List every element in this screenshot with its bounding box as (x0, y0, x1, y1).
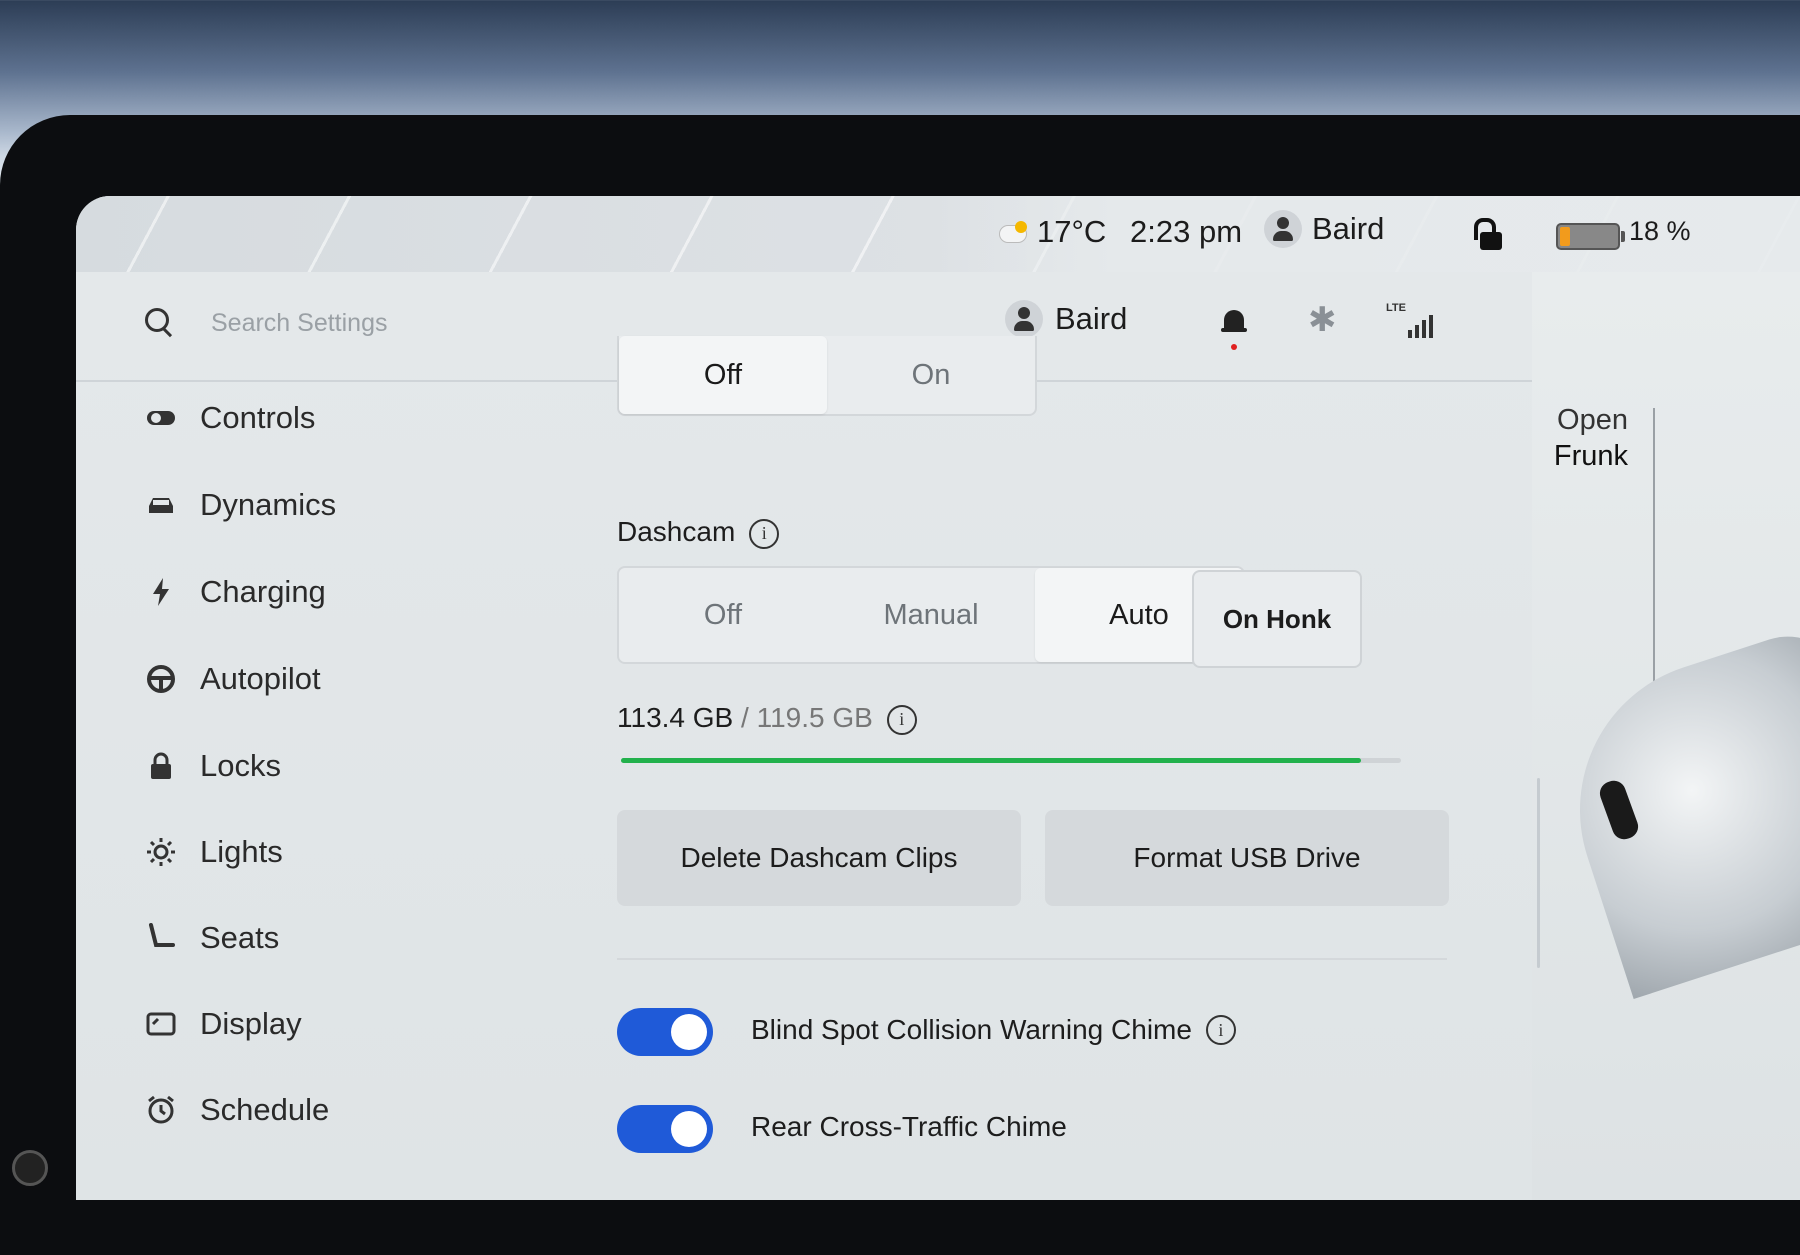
storage-bar-fill (621, 758, 1362, 763)
format-usb-drive-button[interactable]: Format USB Drive (1045, 810, 1449, 906)
storage-bar (621, 758, 1401, 763)
sidebar-item-label: Schedule (200, 1092, 330, 1127)
sidebar-item-seats[interactable]: Seats (146, 920, 279, 956)
notification-dot (1231, 344, 1237, 350)
sidebar-item-label: Locks (200, 748, 281, 783)
alarm-clock-icon (146, 1095, 176, 1125)
lte-label: LTE (1386, 302, 1406, 314)
dashcam-option-manual[interactable]: Manual (827, 568, 1035, 662)
sidebar-item-locks[interactable]: Locks (146, 748, 281, 784)
sidebar-item-schedule[interactable]: Schedule (146, 1092, 329, 1128)
car-icon (146, 490, 176, 520)
blind-spot-chime-row: Blind Spot Collision Warning Chime i (751, 1014, 1236, 1046)
rear-cross-traffic-chime-label: Rear Cross-Traffic Chime (751, 1111, 1067, 1142)
sun-icon (146, 837, 176, 867)
open-frunk-button[interactable]: Open Frunk (1488, 402, 1628, 474)
dashcam-mode-control: Off Manual Auto (617, 566, 1245, 664)
toggle-knob (671, 1014, 707, 1050)
bluetooth-icon[interactable]: ✱ (1308, 300, 1337, 340)
touchscreen: 17°C 2:23 pm Baird 18 % Baird ✱ (76, 196, 1800, 1200)
header-profile-name: Baird (1055, 301, 1128, 336)
dashcam-option-off[interactable]: Off (619, 568, 827, 662)
status-profile-name: Baird (1312, 211, 1385, 246)
sidebar-item-label: Display (200, 1006, 302, 1041)
clock: 2:23 pm (1130, 214, 1243, 249)
storage-total: 119.5 GB (756, 702, 873, 733)
sidebar-item-lights[interactable]: Lights (146, 834, 283, 870)
temperature: 17°C (1037, 214, 1107, 249)
sidebar-item-charging[interactable]: Charging (146, 574, 326, 610)
unlock-icon[interactable] (1474, 218, 1504, 252)
sidebar-item-label: Lights (200, 834, 283, 869)
battery-icon (1556, 223, 1625, 250)
blind-spot-chime-label: Blind Spot Collision Warning Chime (751, 1014, 1192, 1045)
delete-dashcam-clips-button[interactable]: Delete Dashcam Clips (617, 810, 1021, 906)
sidebar-item-label: Dynamics (200, 487, 337, 522)
info-icon[interactable]: i (749, 518, 780, 549)
top-option-on[interactable]: On (827, 336, 1035, 414)
on-honk-button[interactable]: On Honk (1192, 570, 1362, 668)
sidebar-item-label: Controls (200, 400, 316, 435)
status-profile[interactable]: Baird (1264, 210, 1384, 248)
seat-icon (146, 923, 176, 953)
sidebar-item-display[interactable]: Display (146, 1006, 302, 1042)
sidebar-item-autopilot[interactable]: Autopilot (146, 661, 321, 697)
scrollbar[interactable] (1537, 778, 1540, 968)
person-icon (1264, 210, 1302, 248)
lock-icon (146, 751, 176, 781)
steering-wheel-icon (146, 664, 176, 694)
person-icon (1005, 300, 1043, 338)
sidebar-item-label: Charging (200, 574, 326, 609)
dashcam-title: Dashcam (617, 516, 736, 547)
storage-readout: 113.4 GB / 119.5 GB i (617, 702, 917, 735)
bolt-icon (146, 577, 176, 607)
display-icon (146, 1009, 176, 1039)
status-bar: 17°C 2:23 pm Baird 18 % (76, 196, 1800, 272)
sidebar-item-controls[interactable]: Controls (146, 400, 315, 436)
storage-separator: / (733, 702, 757, 733)
sidebar-item-dynamics[interactable]: Dynamics (146, 487, 336, 523)
dashcam-heading: Dashcam i (617, 516, 780, 549)
header-profile[interactable]: Baird (1005, 300, 1127, 338)
frunk-label-line1: Open (1557, 404, 1628, 436)
battery-percent: 18 % (1629, 216, 1691, 246)
rear-cross-traffic-chime-toggle[interactable] (617, 1105, 713, 1153)
weather-status: 17°C (995, 214, 1106, 250)
bell-icon[interactable] (1221, 308, 1247, 350)
section-divider (617, 958, 1447, 960)
info-icon[interactable]: i (886, 704, 917, 735)
toggle-knob (671, 1111, 707, 1147)
frunk-label-line2: Frunk (1553, 440, 1628, 472)
blind-spot-chime-toggle[interactable] (617, 1008, 713, 1056)
cellular-signal-icon: LTE (1386, 302, 1436, 338)
storage-used: 113.4 GB (617, 702, 734, 733)
partly-cloudy-icon (995, 221, 1027, 243)
camera-icon (12, 1150, 48, 1186)
sidebar-item-label: Seats (200, 920, 280, 955)
sidebar-item-label: Autopilot (200, 661, 321, 696)
info-icon[interactable]: i (1205, 1015, 1236, 1045)
top-option-off[interactable]: Off (619, 336, 827, 414)
toggle-icon (146, 403, 176, 433)
search-icon[interactable] (145, 308, 169, 332)
top-off-on-control: Off On (617, 336, 1037, 416)
